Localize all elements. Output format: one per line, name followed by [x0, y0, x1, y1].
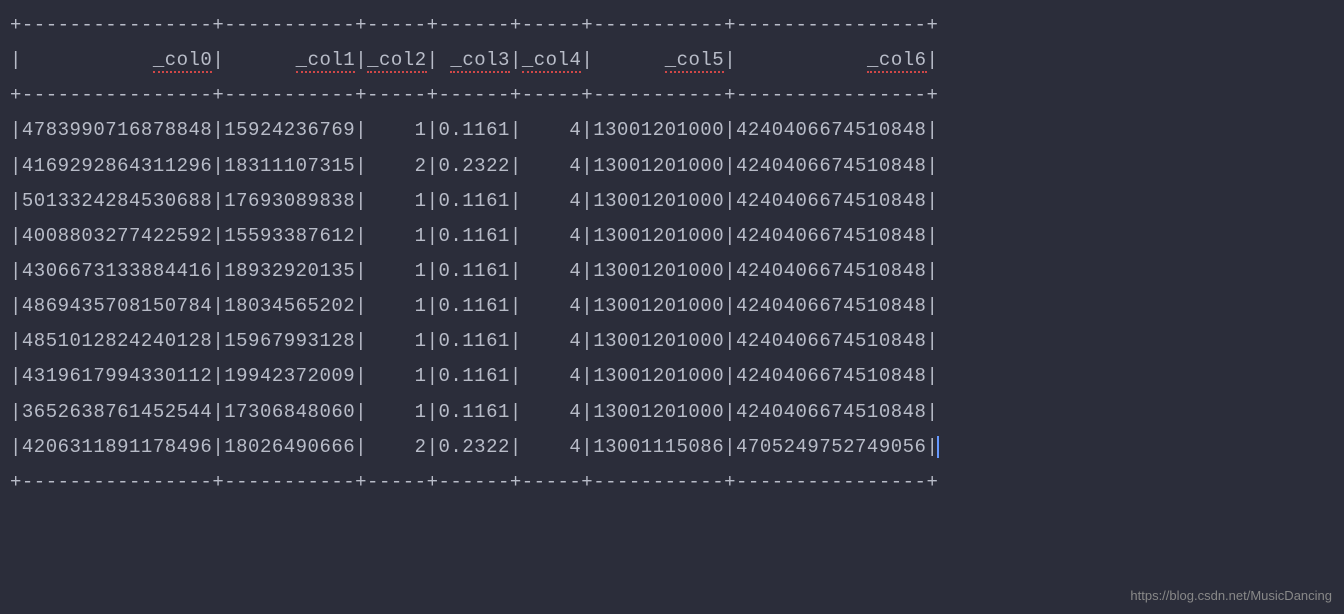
table-row: |4008803277422592|15593387612| 1|0.1161|…	[10, 219, 1334, 254]
table-row: |3652638761452544|17306848060| 1|0.1161|…	[10, 395, 1334, 430]
table-row: |4783990716878848|15924236769| 1|0.1161|…	[10, 113, 1334, 148]
table-row: |4169292864311296|18311107315| 2|0.2322|…	[10, 149, 1334, 184]
column-header: _col4	[522, 49, 582, 73]
column-header: _col0	[153, 49, 213, 73]
table-row: |4206311891178496|18026490666| 2|0.2322|…	[10, 430, 1334, 465]
table-row: |5013324284530688|17693089838| 1|0.1161|…	[10, 184, 1334, 219]
table-divider: +----------------+-----------+-----+----…	[10, 465, 1334, 500]
column-header: _col6	[867, 49, 927, 73]
table-header-row: | _col0| _col1|_col2| _col3|_col4| _col5…	[10, 43, 1334, 78]
column-header: _col1	[296, 49, 356, 73]
text-cursor	[937, 436, 939, 458]
sql-table-output: +----------------+-----------+-----+----…	[10, 8, 1334, 500]
watermark-text: https://blog.csdn.net/MusicDancing	[1130, 584, 1332, 608]
table-row: |4306673133884416|18932920135| 1|0.1161|…	[10, 254, 1334, 289]
table-row: |4319617994330112|19942372009| 1|0.1161|…	[10, 359, 1334, 394]
column-header: _col2	[367, 49, 427, 73]
column-header: _col5	[665, 49, 725, 73]
table-divider: +----------------+-----------+-----+----…	[10, 78, 1334, 113]
column-header: _col3	[450, 49, 510, 73]
table-row: |4851012824240128|15967993128| 1|0.1161|…	[10, 324, 1334, 359]
table-row: |4869435708150784|18034565202| 1|0.1161|…	[10, 289, 1334, 324]
table-divider: +----------------+-----------+-----+----…	[10, 8, 1334, 43]
